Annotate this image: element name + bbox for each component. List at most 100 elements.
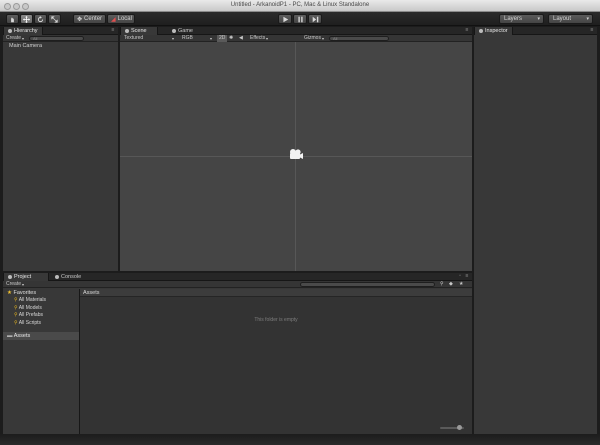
lock-icon[interactable]: ▫ <box>457 274 463 279</box>
console-icon <box>55 274 59 279</box>
favorite-item-all-scripts[interactable]: ⚲ All Scripts <box>14 320 46 328</box>
pivot-label: Center <box>84 16 103 22</box>
scene-toolbar: Textured ▾ RGB ▾ 2D ✺ ◀ Effects ▾ Gizmos… <box>120 35 472 42</box>
favorite-item-all-prefabs[interactable]: ⚲ All Prefabs <box>14 312 46 320</box>
gizmos-dropdown[interactable]: Gizmos <box>304 35 321 42</box>
tab-project-label: Project <box>14 274 32 280</box>
project-content: Assets This folder is empty <box>80 289 472 434</box>
rotate-tool-button[interactable] <box>34 14 47 24</box>
pause-icon <box>297 16 303 22</box>
scale-tool-button[interactable] <box>48 14 61 24</box>
render-mode-dropdown[interactable]: RGB <box>182 35 193 42</box>
chevron-down-icon: ▾ <box>266 36 269 41</box>
chevron-down-icon: ▾ <box>586 16 589 22</box>
tab-console[interactable]: Console <box>51 273 85 281</box>
space-local-toggle[interactable]: ◢ Local <box>107 14 135 24</box>
effects-dropdown[interactable]: Effects <box>250 35 265 42</box>
favorite-item-all-models[interactable]: ⚲ All Models <box>14 305 46 313</box>
favorite-item-label: All Materials <box>18 297 47 303</box>
scene-icon <box>125 28 129 33</box>
tab-hierarchy[interactable]: Hierarchy <box>3 27 43 35</box>
favorites-group[interactable]: ★ Favorites <box>7 290 36 296</box>
search-by-type-icon[interactable]: ⚲ <box>440 281 444 288</box>
hand-icon <box>11 16 14 22</box>
layers-dropdown[interactable]: Layers ▾ <box>499 14 544 24</box>
title-bar: Untitled - ArkanoidP1 - PC, Mac & Linux … <box>0 0 600 12</box>
folder-icon <box>8 274 12 279</box>
slider-thumb[interactable] <box>457 425 462 430</box>
assets-folder-item[interactable]: ▬ Assets <box>3 332 79 340</box>
play-button[interactable] <box>278 14 292 24</box>
assets-label: Assets <box>13 333 31 339</box>
breadcrumb[interactable]: Assets <box>80 289 472 297</box>
tab-hierarchy-label: Hierarchy <box>14 28 38 34</box>
favorite-item-label: All Models <box>18 304 42 311</box>
camera-icon[interactable] <box>288 148 304 162</box>
tab-game-label: Game <box>178 28 193 34</box>
favorite-item-all-materials[interactable]: ⚲ All Materials <box>14 297 46 305</box>
scene-panel: Scene Game ≡ Textured ▾ RGB ▾ 2D ✺ ◀ Eff… <box>120 27 472 271</box>
scene-viewport[interactable] <box>120 42 472 271</box>
favorites-list: ⚲ All Materials ⚲ All Models ⚲ All Prefa… <box>14 297 46 327</box>
tab-project[interactable]: Project <box>3 273 49 281</box>
search-icon: ⚲ <box>14 319 18 326</box>
status-bar <box>0 434 600 445</box>
chevron-down-icon: ▾ <box>210 36 213 41</box>
move-tool-button[interactable] <box>20 14 33 24</box>
hierarchy-search-input[interactable]: All <box>29 36 84 41</box>
step-icon <box>312 16 318 22</box>
project-search-input[interactable] <box>300 282 435 287</box>
inspector-tabbar: Inspector ≡ <box>474 27 597 35</box>
scene-search-input[interactable]: All <box>329 36 389 41</box>
search-icon: ⚲ <box>14 304 18 311</box>
project-toolbar: Create ▾ ⚲ ◆ ★ <box>3 281 472 288</box>
tab-game[interactable]: Game <box>168 27 197 35</box>
layers-label: Layers <box>504 16 523 22</box>
tab-inspector-label: Inspector <box>485 28 508 34</box>
tab-console-label: Console <box>61 274 82 280</box>
hierarchy-item-main-camera[interactable]: Main Camera <box>9 43 42 49</box>
layout-dropdown[interactable]: Layout ▾ <box>548 14 593 24</box>
chevron-down-icon: ▾ <box>22 36 25 41</box>
favorite-star-icon[interactable]: ★ <box>459 281 463 288</box>
panel-menu-icon[interactable]: ≡ <box>110 28 116 33</box>
project-create-button[interactable]: Create <box>6 281 21 288</box>
panel-menu-icon[interactable]: ≡ <box>464 28 470 33</box>
hand-tool-button[interactable] <box>6 14 19 24</box>
project-panel: Project Console ▫ ≡ Create ▾ ⚲ ◆ ★ ★ Fav… <box>3 273 472 434</box>
scene-tabbar: Scene Game ≡ <box>120 27 472 35</box>
chevron-down-icon: ▾ <box>172 36 175 41</box>
chevron-down-icon: ▾ <box>537 16 540 22</box>
pivot-center-toggle[interactable]: ✥ Center <box>73 14 106 24</box>
tab-scene-label: Scene <box>131 28 147 34</box>
pause-button[interactable] <box>293 14 307 24</box>
layout-label: Layout <box>553 16 572 22</box>
hierarchy-toolbar: Create ▾ All <box>3 35 118 42</box>
favorite-item-label: All Scripts <box>18 319 42 326</box>
move-icon <box>23 15 30 23</box>
search-by-label-icon[interactable]: ◆ <box>449 281 453 288</box>
favorites-label: Favorites <box>13 290 37 296</box>
tab-scene[interactable]: Scene <box>120 27 158 35</box>
pivot-icon: ✥ <box>77 16 83 23</box>
rotate-icon <box>37 15 44 22</box>
draw-mode-dropdown[interactable]: Textured <box>124 35 143 42</box>
panel-menu-icon[interactable]: ≡ <box>589 28 595 33</box>
inspector-panel: Inspector ≡ <box>474 27 597 434</box>
panel-menu-icon[interactable]: ≡ <box>464 274 470 279</box>
window-title: Untitled - ArkanoidP1 - PC, Mac & Linux … <box>230 2 370 8</box>
local-icon: ◢ <box>111 16 116 23</box>
empty-folder-message: This folder is empty <box>254 317 298 323</box>
hierarchy-icon <box>8 28 12 33</box>
hierarchy-create-button[interactable]: Create <box>6 35 21 42</box>
space-label: Local <box>117 16 132 22</box>
audio-toggle-icon[interactable]: ◀ <box>239 35 243 42</box>
tab-inspector[interactable]: Inspector <box>474 27 513 35</box>
hierarchy-tabbar: Hierarchy ≡ <box>3 27 118 35</box>
folder-icon: ▬ <box>7 333 13 339</box>
main-toolbar: ✥ Center ◢ Local Layers ▾ Layout ▾ <box>0 12 600 26</box>
mode-2d-toggle[interactable]: 2D <box>217 35 228 42</box>
chevron-down-icon: ▾ <box>22 282 25 287</box>
lighting-toggle-icon[interactable]: ✺ <box>229 35 233 42</box>
step-button[interactable] <box>308 14 322 24</box>
